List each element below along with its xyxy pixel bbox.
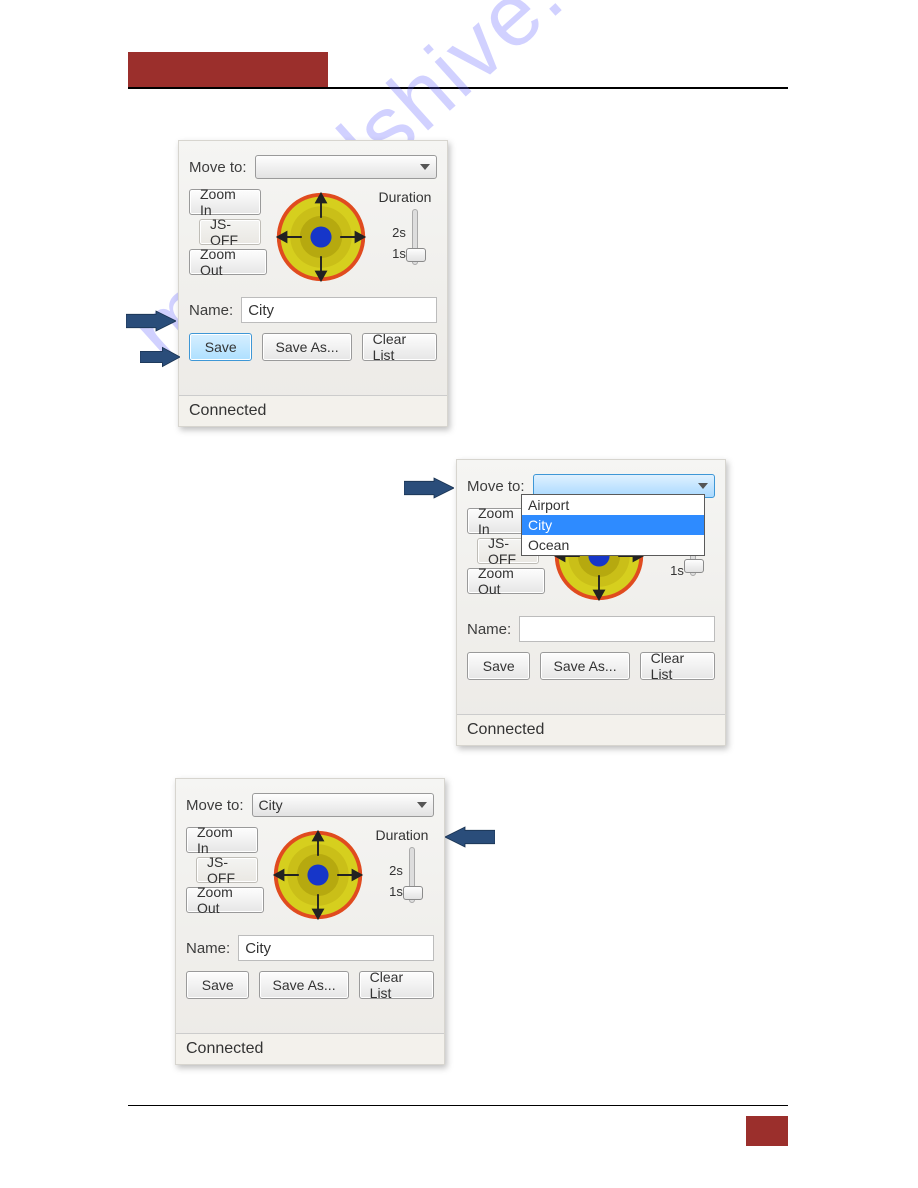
header-rule: [128, 87, 788, 89]
save-as-button[interactable]: Save As...: [259, 971, 348, 999]
tick-1s: 1s: [670, 563, 684, 578]
move-to-value: City: [259, 797, 283, 813]
dropdown-item-ocean[interactable]: Ocean: [522, 535, 704, 555]
chevron-down-icon: [417, 802, 427, 808]
joystick-icon: [273, 189, 369, 285]
zoom-in-button[interactable]: Zoom In: [189, 189, 261, 215]
tick-2s: 2s: [389, 863, 403, 878]
duration-label: Duration: [379, 189, 432, 205]
status-bar: Connected: [176, 1033, 444, 1064]
footer-rule: [128, 1105, 788, 1106]
save-button[interactable]: Save: [189, 333, 252, 361]
slider-thumb[interactable]: [403, 886, 423, 900]
zoom-out-button[interactable]: Zoom Out: [189, 249, 267, 275]
slider-thumb[interactable]: [684, 559, 704, 573]
save-button[interactable]: Save: [467, 652, 530, 680]
dropdown-item-airport[interactable]: Airport: [522, 495, 704, 515]
name-input[interactable]: [519, 616, 715, 642]
joystick-control[interactable]: [273, 189, 369, 285]
save-as-button[interactable]: Save As...: [540, 652, 629, 680]
indicator-arrow-icon: [404, 477, 454, 499]
joystick-control[interactable]: [270, 827, 366, 923]
js-off-button[interactable]: JS-OFF: [199, 219, 261, 245]
name-label: Name:: [186, 940, 230, 957]
clear-list-button[interactable]: Clear List: [640, 652, 715, 680]
name-label: Name:: [189, 302, 233, 319]
move-to-label: Move to:: [186, 797, 244, 814]
zoom-out-button[interactable]: Zoom Out: [467, 568, 545, 594]
save-as-button[interactable]: Save As...: [262, 333, 351, 361]
move-to-dropdown[interactable]: City: [252, 793, 434, 817]
status-bar: Connected: [179, 395, 447, 426]
clear-list-button[interactable]: Clear List: [359, 971, 434, 999]
name-label: Name:: [467, 621, 511, 638]
slider-thumb[interactable]: [406, 248, 426, 262]
dropdown-item-city[interactable]: City: [522, 515, 704, 535]
tick-1s: 1s: [392, 246, 406, 261]
zoom-in-button[interactable]: Zoom In: [186, 827, 258, 853]
duration-slider[interactable]: [412, 209, 418, 265]
status-bar: Connected: [457, 714, 725, 745]
duration-label: Duration: [376, 827, 429, 843]
save-button[interactable]: Save: [186, 971, 249, 999]
joystick-icon: [270, 827, 366, 923]
tick-2s: 2s: [392, 225, 406, 240]
move-to-label: Move to:: [189, 159, 247, 176]
move-to-dropdown-list[interactable]: Airport City Ocean: [521, 494, 705, 556]
chevron-down-icon: [420, 164, 430, 170]
footer-accent-bar: [746, 1116, 788, 1146]
clear-list-button[interactable]: Clear List: [362, 333, 437, 361]
header-accent-bar: [128, 52, 328, 87]
zoom-out-button[interactable]: Zoom Out: [186, 887, 264, 913]
move-to-dropdown[interactable]: [255, 155, 437, 179]
tick-1s: 1s: [389, 884, 403, 899]
name-input[interactable]: City: [238, 935, 434, 961]
duration-slider[interactable]: [409, 847, 415, 903]
js-off-button[interactable]: JS-OFF: [196, 857, 258, 883]
move-to-label: Move to:: [467, 478, 525, 495]
indicator-arrow-icon: [126, 310, 176, 332]
name-input[interactable]: City: [241, 297, 437, 323]
chevron-down-icon: [698, 483, 708, 489]
indicator-arrow-icon: [445, 826, 495, 848]
indicator-arrow-icon: [140, 346, 180, 368]
